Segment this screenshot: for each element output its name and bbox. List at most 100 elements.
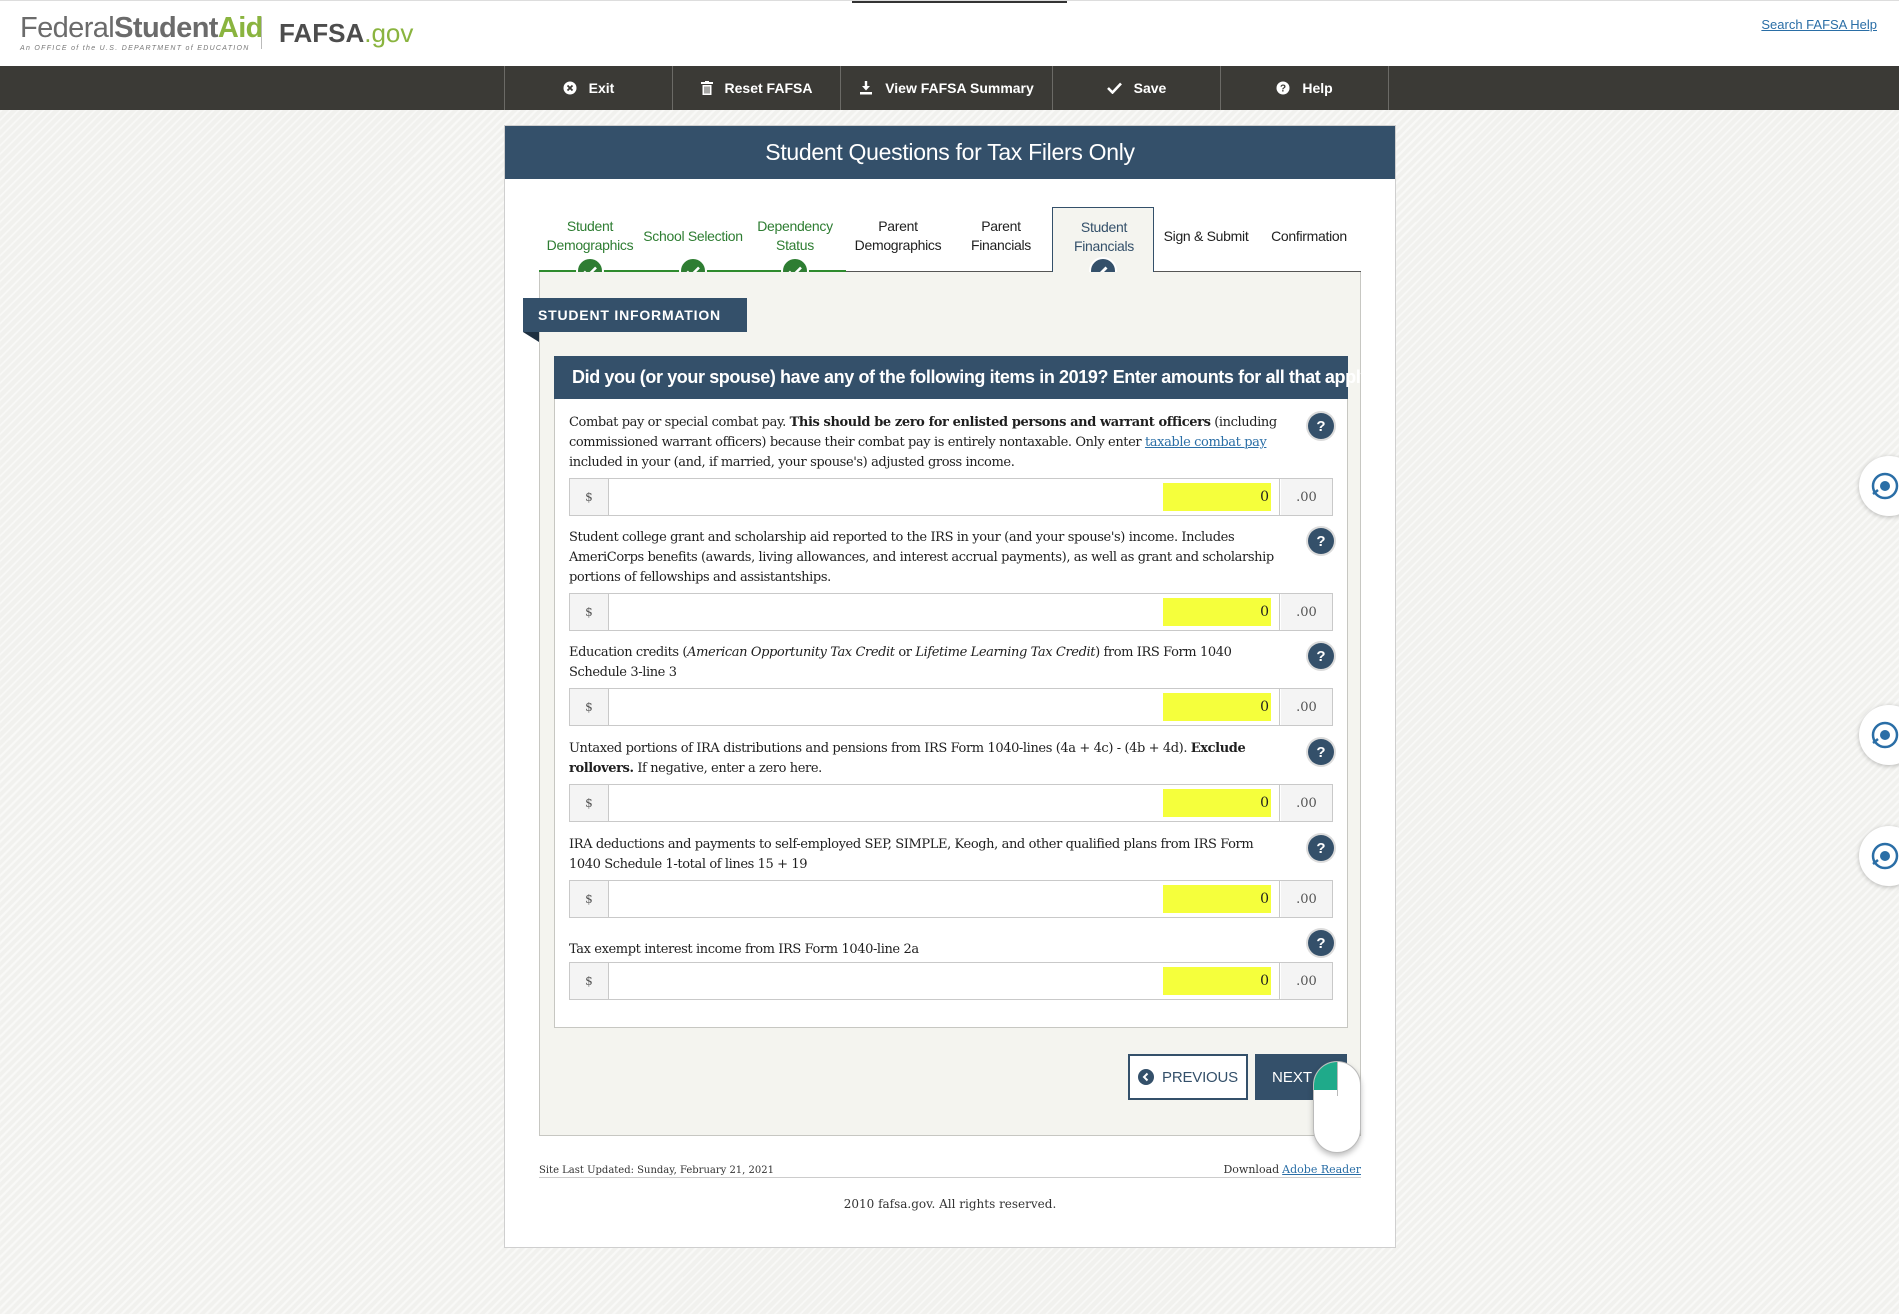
previous-label: PREVIOUS [1162, 1068, 1238, 1086]
save-button[interactable]: Save [1053, 66, 1221, 110]
ribbon-fold [523, 332, 539, 342]
nav-items: Exit Reset FAFSA View FAFSA Summary Save… [504, 66, 1389, 110]
currency-prefix: $ [570, 479, 609, 515]
amount-field: $ 0 .00 [569, 784, 1333, 822]
amount-value: 0 [1163, 789, 1271, 817]
help-icon[interactable]: ? [1308, 930, 1334, 956]
help-label: Help [1302, 80, 1333, 96]
grant-scholarship-input[interactable]: 0 [610, 594, 1280, 630]
logo-tagline: An OFFICE of the U.S. DEPARTMENT of EDUC… [20, 45, 250, 52]
chat-eye-icon [1871, 721, 1899, 749]
next-label: NEXT [1272, 1068, 1313, 1086]
amount-field: $ 0 .00 [569, 593, 1333, 631]
education-credits-input[interactable]: 0 [610, 689, 1280, 725]
question-text: IRA deductions and payments to self-empl… [569, 837, 1254, 872]
reset-fafsa-label: Reset FAFSA [724, 80, 813, 96]
tab-parent-financials[interactable]: Parent Financials [950, 207, 1052, 273]
tax-exempt-interest-input[interactable]: 0 [610, 963, 1280, 999]
amount-value: 0 [1163, 693, 1271, 721]
question-text: Combat pay or special combat pay. This s… [569, 415, 1277, 470]
cents-suffix: .00 [1281, 594, 1332, 630]
exit-button[interactable]: Exit [505, 66, 673, 110]
currency-prefix: $ [570, 785, 609, 821]
chat-widget[interactable] [1859, 456, 1899, 516]
footer-divider [539, 1177, 1361, 1178]
tab-label-line1: Parent [981, 218, 1021, 234]
amount-value: 0 [1163, 483, 1271, 511]
help-button[interactable]: ? Help [1221, 66, 1389, 110]
untaxed-ira-input[interactable]: 0 [610, 785, 1280, 821]
amount-value: 0 [1163, 598, 1271, 626]
exit-label: Exit [588, 80, 615, 96]
fafsa-logo-text: FAFSA [279, 18, 365, 48]
adobe-reader-link[interactable]: Adobe Reader [1282, 1163, 1361, 1176]
tab-label-line2: Demographics [854, 237, 942, 253]
amount-field: $ 0 .00 [569, 688, 1333, 726]
help-icon[interactable]: ? [1308, 739, 1334, 765]
question-box: Did you (or your spouse) have any of the… [554, 356, 1374, 1028]
tab-label-line1: Parent [878, 218, 918, 234]
tab-confirmation[interactable]: Confirmation [1258, 207, 1360, 273]
view-fafsa-summary-label: View FAFSA Summary [885, 80, 1034, 96]
chat-widget[interactable] [1859, 705, 1899, 765]
chat-eye-icon [1871, 842, 1899, 870]
cents-suffix: .00 [1281, 785, 1332, 821]
amount-field: $ 0 .00 [569, 478, 1333, 516]
main-nav-bar: Exit Reset FAFSA View FAFSA Summary Save… [0, 66, 1899, 110]
download-reader: Download Adobe Reader [1223, 1163, 1361, 1176]
previous-button[interactable]: PREVIOUS [1128, 1054, 1248, 1100]
currency-prefix: $ [570, 963, 609, 999]
question-text: Education credits (American Opportunity … [569, 645, 1232, 680]
fafsa-logo-suffix: .gov [364, 18, 414, 48]
question-text: Student college grant and scholarship ai… [569, 530, 1274, 585]
amount-field: $ 0 .00 [569, 880, 1333, 918]
download-prefix: Download [1223, 1163, 1280, 1176]
fafsa-gov-logo[interactable]: FAFSA.gov [279, 18, 413, 49]
logo-word-aid: Aid [217, 12, 264, 44]
download-icon [859, 81, 873, 95]
checkmark-icon [1106, 82, 1122, 94]
currency-prefix: $ [570, 689, 609, 725]
trash-icon [700, 81, 713, 95]
tab-label-line2: Demographics [546, 237, 634, 253]
view-fafsa-summary-button[interactable]: View FAFSA Summary [841, 66, 1053, 110]
exit-circle-x-icon [563, 81, 577, 95]
combat-pay-input[interactable]: 0 [610, 479, 1280, 515]
copyright: 2010 fafsa.gov. All rights reserved. [843, 1197, 1057, 1211]
tab-sign-and-submit[interactable]: Sign & Submit [1155, 207, 1257, 273]
tab-label-line2: Financials [1073, 238, 1135, 254]
amount-field: $ 0 .00 [569, 962, 1333, 1000]
cents-suffix: .00 [1281, 479, 1332, 515]
logo-word-federal: Federal [20, 12, 115, 44]
chat-widget[interactable] [1859, 826, 1899, 886]
ira-deductions-input[interactable]: 0 [610, 881, 1280, 917]
tab-label-line2: Status [776, 237, 814, 253]
page-title: Student Questions for Tax Filers Only [505, 126, 1395, 179]
taxable-combat-pay-link[interactable]: taxable combat pay [1145, 435, 1267, 450]
tab-parent-demographics[interactable]: Parent Demographics [847, 207, 949, 273]
reset-fafsa-button[interactable]: Reset FAFSA [673, 66, 841, 110]
logo-divider [261, 17, 262, 49]
help-icon[interactable]: ? [1308, 835, 1334, 861]
chat-eye-icon [1871, 472, 1899, 500]
arrow-left-circle-icon [1138, 1069, 1155, 1085]
tab-label-line2: Financials [970, 237, 1032, 253]
tab-label-line1: Sign & Submit [1163, 228, 1249, 244]
tab-label-line1: Student [566, 218, 614, 234]
amount-value: 0 [1163, 885, 1271, 913]
section-ribbon: STUDENT INFORMATION [523, 298, 747, 332]
tab-label-line1: Student [1080, 219, 1128, 235]
question-header: Did you (or your spouse) have any of the… [554, 356, 1374, 399]
amount-value: 0 [1163, 967, 1271, 995]
cents-suffix: .00 [1281, 881, 1332, 917]
cents-suffix: .00 [1281, 963, 1332, 999]
currency-prefix: $ [570, 594, 609, 630]
currency-prefix: $ [570, 881, 609, 917]
help-icon[interactable]: ? [1308, 643, 1334, 669]
search-fafsa-help-link[interactable]: Search FAFSA Help [1761, 17, 1877, 32]
tab-label-line1: Dependency [757, 218, 833, 234]
federal-student-aid-logo[interactable]: FederalStudentAid An OFFICE of the U.S. … [20, 12, 263, 53]
help-icon[interactable]: ? [1308, 413, 1334, 439]
help-icon[interactable]: ? [1308, 528, 1334, 554]
tab-label-line1: School Selection [643, 228, 743, 244]
